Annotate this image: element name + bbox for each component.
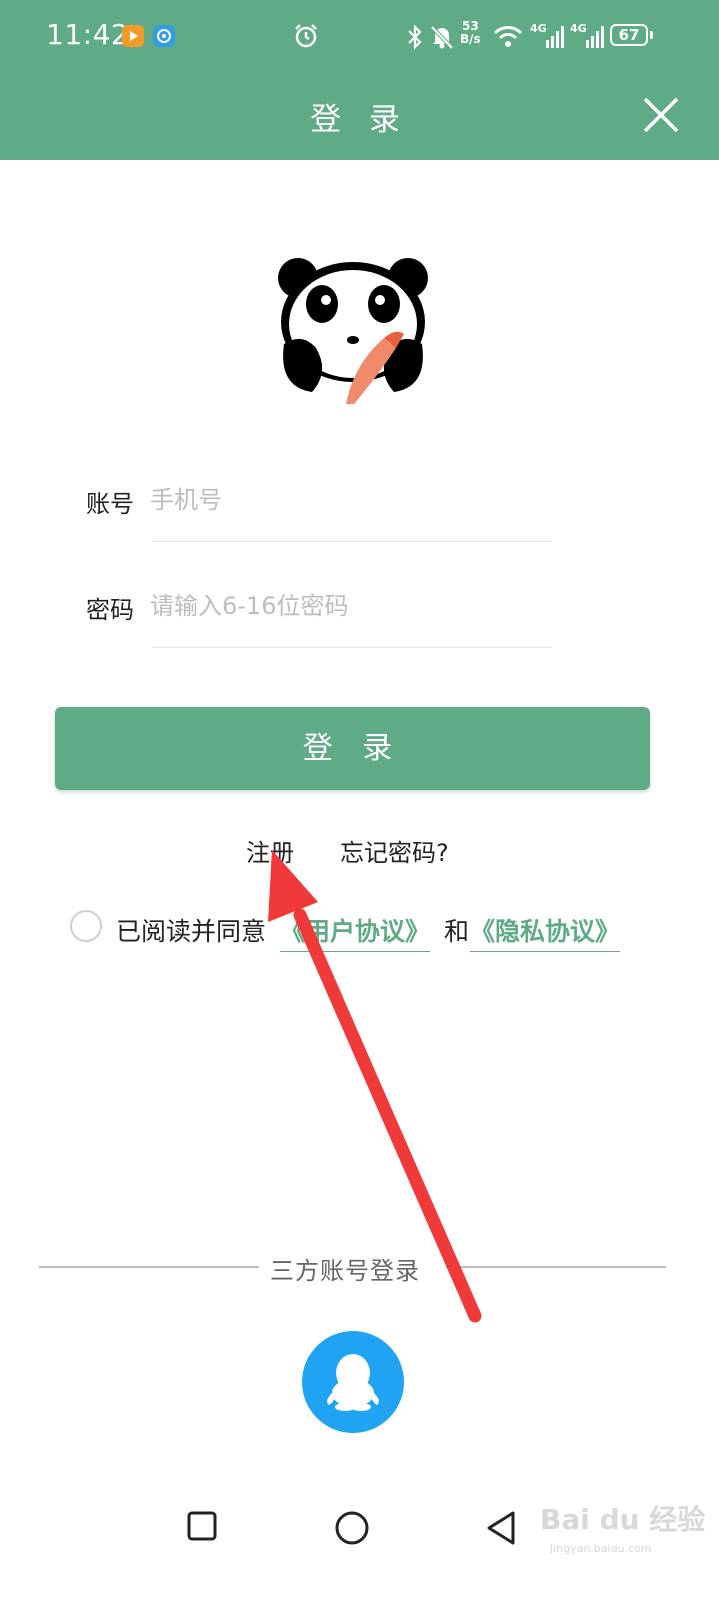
status-bar: 11:42 53 B/s 4G 4G 67	[0, 0, 719, 75]
bluetooth-icon	[408, 24, 422, 50]
password-underline	[152, 647, 552, 648]
account-underline	[152, 541, 552, 542]
signal-1-icon	[546, 26, 564, 48]
forgot-password-link[interactable]: 忘记密码?	[340, 833, 449, 868]
watermark-url: jingyan.baidu.com	[550, 1542, 652, 1555]
close-icon[interactable]	[642, 96, 680, 134]
battery-tip	[650, 31, 653, 39]
privacy-policy-link[interactable]: 《隐私协议》	[470, 912, 621, 952]
divider-left	[39, 1266, 259, 1268]
agreement-radio[interactable]	[70, 910, 102, 942]
password-label: 密码	[86, 596, 134, 624]
account-label: 账号	[86, 490, 134, 518]
agreement-prefix: 已阅读并同意	[116, 917, 267, 946]
password-input[interactable]	[150, 586, 550, 626]
back-icon[interactable]	[485, 1510, 517, 1546]
video-app-icon	[122, 25, 144, 47]
agreement-conjunction: 和	[444, 917, 470, 946]
qq-login-button[interactable]	[302, 1331, 404, 1433]
baidu-watermark: Bai du 经验 jingyan.baidu.com	[540, 1490, 710, 1570]
qq-icon	[327, 1354, 379, 1411]
login-button[interactable]: 登 录	[55, 707, 650, 790]
page-title: 登 录	[310, 102, 409, 138]
register-link[interactable]: 注册	[246, 833, 294, 868]
browser-app-icon	[153, 25, 175, 47]
user-agreement-link[interactable]: 《用户协议》	[280, 912, 431, 952]
watermark-brand: Bai du 经验	[540, 1503, 706, 1536]
wifi-icon	[493, 26, 523, 47]
recent-apps-icon[interactable]	[186, 1510, 218, 1542]
account-input[interactable]	[150, 480, 550, 520]
divider-right	[446, 1266, 666, 1268]
alarm-icon	[295, 24, 317, 48]
home-icon[interactable]	[334, 1510, 370, 1546]
mute-bell-icon	[430, 25, 454, 50]
panda-logo	[278, 258, 428, 404]
app-header: 11:42 53 B/s 4G 4G 67 登 录	[0, 0, 719, 160]
third-party-login-label: 三方账号登录	[270, 1257, 420, 1285]
signal-2-icon	[586, 26, 604, 48]
battery-indicator: 67	[610, 24, 648, 46]
status-time: 11:42	[46, 18, 130, 51]
net-speed: 53 B/s	[460, 19, 481, 46]
